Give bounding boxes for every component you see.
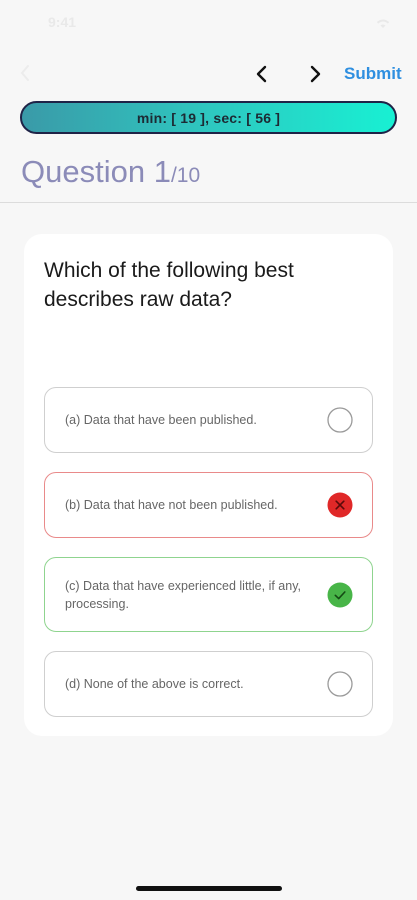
empty-radio-icon <box>327 671 353 697</box>
status-time: 9:41 <box>48 14 77 30</box>
question-number: Question 1 <box>21 154 171 189</box>
next-question-chevron-icon[interactable] <box>302 61 328 87</box>
question-card: Which of the following best describes ra… <box>24 234 393 736</box>
option-b[interactable]: (b) Data that have not been published. <box>44 472 373 538</box>
option-label: (c) Data that have experienced little, i… <box>65 578 301 611</box>
question-total: /10 <box>170 164 201 187</box>
option-d[interactable]: (d) None of the above is correct. <box>44 651 373 717</box>
timer-progress-bar: min: [ 19 ], sec: [ 56 ] <box>20 101 397 134</box>
timer-text: min: [ 19 ], sec: [ 56 ] <box>136 109 281 126</box>
back-chevron-icon[interactable] <box>14 61 38 85</box>
option-label: (a) Data that have been published. <box>65 413 257 427</box>
wrong-x-icon <box>327 492 353 518</box>
question-counter: Question 1/10 <box>21 154 200 190</box>
option-a[interactable]: (a) Data that have been published. <box>44 387 373 453</box>
option-c[interactable]: (c) Data that have experienced little, i… <box>44 557 373 632</box>
home-indicator <box>136 886 282 891</box>
divider <box>0 202 417 203</box>
empty-radio-icon <box>327 407 353 433</box>
option-label: (b) Data that have not been published. <box>65 498 278 512</box>
top-nav-bar: Submit <box>0 55 417 95</box>
previous-question-chevron-icon[interactable] <box>249 61 275 87</box>
option-label: (d) None of the above is correct. <box>65 677 244 691</box>
question-text: Which of the following best describes ra… <box>44 259 294 311</box>
correct-check-icon <box>327 582 353 608</box>
submit-button[interactable]: Submit <box>344 64 402 84</box>
status-bar: 9:41 <box>0 0 417 44</box>
wifi-icon <box>375 16 391 28</box>
